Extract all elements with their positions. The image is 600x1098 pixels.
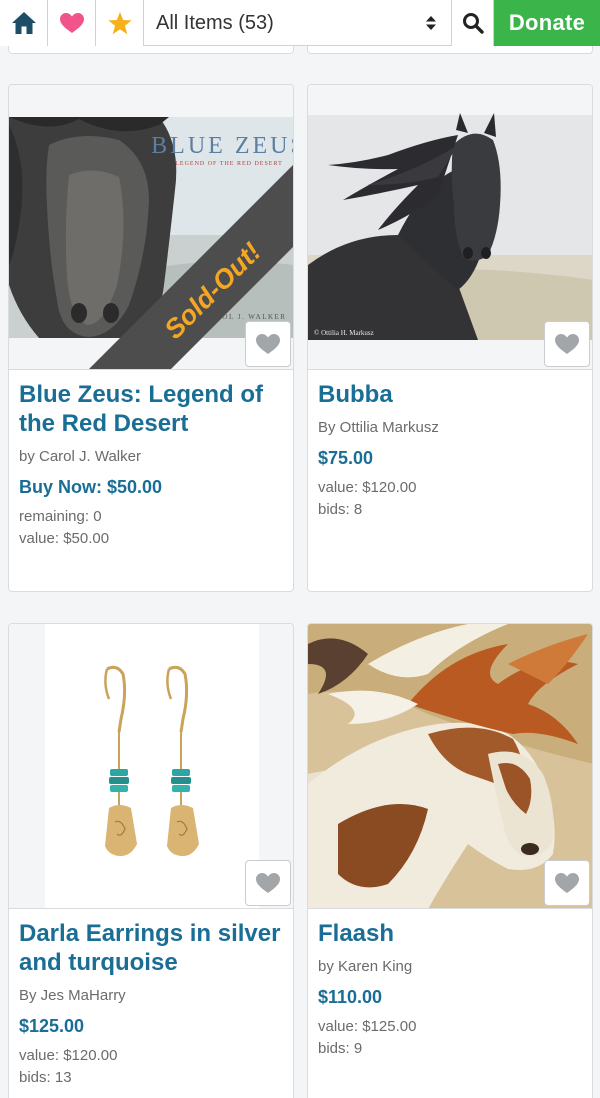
item-card[interactable]: Darla Earrings in silver and turquoise B…	[8, 623, 294, 1098]
photo-credit: © Ottilia H. Markusz	[314, 329, 374, 337]
cover-title: BLUE ZEUS	[151, 133, 293, 159]
top-toolbar: All Items (53) Donate	[0, 0, 600, 46]
item-image[interactable]: © Ottilia H. Markusz	[308, 85, 592, 370]
item-donor: By Jes MaHarry	[19, 987, 126, 1004]
heart-icon	[256, 334, 280, 354]
heart-icon	[555, 873, 579, 893]
starred-button[interactable]	[96, 0, 144, 46]
item-value: value: $120.00	[318, 479, 417, 496]
heart-icon	[256, 873, 280, 893]
favorite-button[interactable]	[544, 321, 590, 367]
item-card[interactable]: Flaash by Karen King $110.00 value: $125…	[307, 623, 593, 1098]
item-price: $110.00	[318, 987, 383, 1007]
item-title[interactable]: Flaash	[318, 919, 582, 948]
item-donor: By Ottilia Markusz	[318, 419, 439, 436]
home-icon	[11, 12, 36, 34]
favorite-button[interactable]	[245, 860, 291, 906]
heart-icon	[555, 334, 579, 354]
item-price: $75.00	[318, 448, 374, 468]
item-card[interactable]: BLUE ZEUS LEGEND OF THE RED DESERT CAROL…	[8, 84, 294, 592]
item-image[interactable]: BLUE ZEUS LEGEND OF THE RED DESERT CAROL…	[9, 85, 293, 370]
heart-icon	[59, 13, 84, 33]
item-image[interactable]	[9, 624, 293, 909]
item-title[interactable]: Bubba	[318, 380, 582, 409]
item-bids: bids: 9	[318, 1040, 363, 1057]
item-title[interactable]: Blue Zeus: Legend of the Red Desert	[19, 380, 283, 438]
filter-value: All Items (53)	[156, 11, 274, 34]
item-value: value: $50.00	[19, 530, 110, 547]
item-title[interactable]: Darla Earrings in silver and turquoise	[19, 919, 283, 977]
category-filter-select[interactable]: All Items (53)	[144, 0, 452, 46]
item-donor: by Karen King	[318, 958, 413, 975]
item-bids: bids: 13	[19, 1069, 72, 1086]
item-bids: bids: 8	[318, 501, 363, 518]
favorite-button[interactable]	[544, 860, 590, 906]
item-price: $125.00	[19, 1016, 85, 1036]
item-value: value: $125.00	[318, 1018, 417, 1035]
item-donor: by Carol J. Walker	[19, 448, 141, 465]
item-price: Buy Now: $50.00	[19, 477, 163, 497]
donate-button[interactable]: Donate	[494, 0, 600, 46]
select-arrows-icon	[426, 16, 436, 30]
item-image[interactable]	[308, 624, 592, 909]
cover-subtitle: LEGEND OF THE RED DESERT	[175, 161, 283, 167]
favorites-button[interactable]	[48, 0, 96, 46]
home-button[interactable]	[0, 0, 48, 46]
search-button[interactable]	[452, 0, 494, 46]
star-icon	[107, 11, 132, 34]
item-card[interactable]: © Ottilia H. Markusz Bubba By Ottilia Ma…	[307, 84, 593, 592]
item-value: value: $120.00	[19, 1047, 118, 1064]
item-remaining: remaining: 0	[19, 508, 102, 525]
search-icon	[462, 13, 484, 34]
favorite-button[interactable]	[245, 321, 291, 367]
